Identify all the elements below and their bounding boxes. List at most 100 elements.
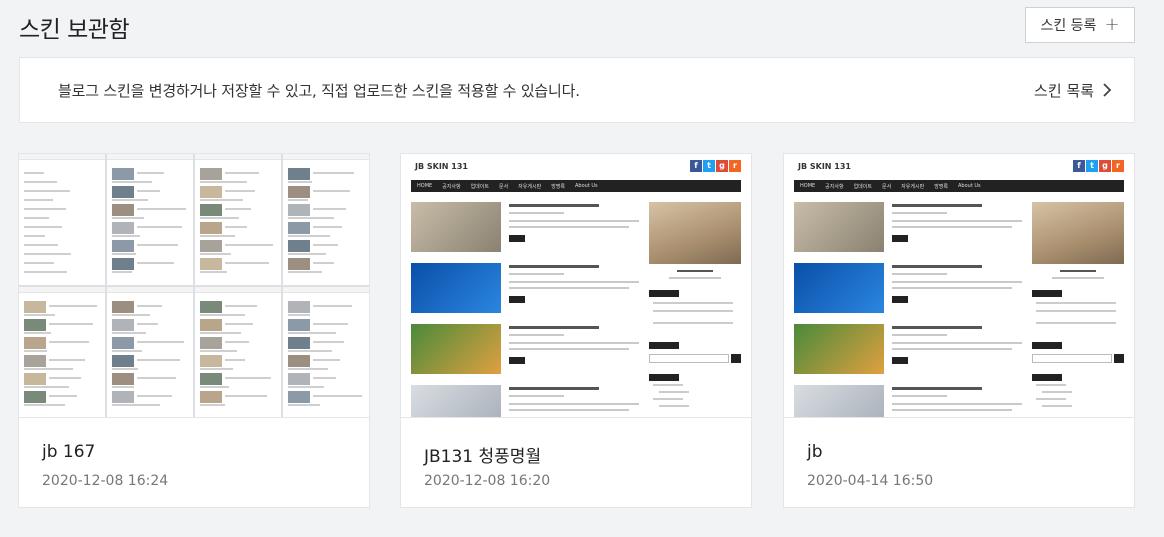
skin-thumbnail[interactable]: JB SKIN 131 f t g r HOME 공지사항 업데이트 문서 자유게시판 방… — [784, 154, 1134, 417]
mini-thumbnail-image — [24, 354, 46, 367]
preview-post-meta — [509, 212, 564, 214]
mini-page-preview — [107, 154, 193, 285]
mini-text-line — [112, 313, 150, 316]
preview-category-line — [653, 398, 683, 400]
mini-text-line — [24, 244, 58, 246]
skin-info: JB131 청풍명월 2020-12-08 16:20 — [401, 417, 751, 507]
preview-post-excerpt — [509, 409, 629, 411]
mini-text-line — [137, 322, 158, 325]
mini-thumbnail-image — [24, 300, 46, 313]
preview-post-excerpt — [892, 342, 1022, 344]
mini-thumbnail-image — [112, 318, 134, 331]
mini-thumbnail-image — [200, 300, 222, 313]
preview-post-meta — [509, 334, 564, 336]
preview-post-title — [509, 204, 599, 207]
mini-text-line — [288, 385, 324, 388]
preview-profile-name — [677, 270, 713, 272]
preview-profile-image — [1032, 202, 1124, 264]
preview-search-button — [1114, 354, 1124, 363]
skin-card[interactable]: JB SKIN 131 f t g r HOME 공지사항 업데이트 문서 자유게시판 방… — [783, 153, 1135, 508]
mini-page-header — [283, 154, 369, 160]
skin-card[interactable]: JB SKIN 131 f t g r HOME 공지사항 업데이트 문서 자유게시판 방… — [400, 153, 752, 508]
twitter-icon: t — [1086, 160, 1098, 172]
mini-thumbnail-image — [288, 168, 310, 180]
preview-side-heading — [649, 342, 679, 349]
mini-thumbnail-image — [24, 390, 46, 403]
mini-text-line — [112, 271, 132, 273]
mini-text-line — [137, 358, 180, 361]
mini-text-line — [200, 217, 239, 219]
mini-text-line — [200, 349, 237, 352]
mini-thumbnail-image — [112, 168, 134, 180]
skin-list-link[interactable]: 스킨 목록 — [1034, 80, 1114, 101]
preview-post-title — [509, 387, 599, 390]
preview-post-excerpt — [509, 342, 639, 344]
preview-nav-item: 업데이트 — [470, 183, 489, 190]
mini-text-line — [137, 394, 172, 397]
thumbnail-grid — [19, 154, 369, 417]
mini-text-line — [200, 253, 231, 255]
preview-nav: HOME 공지사항 업데이트 문서 자유게시판 방명록 About Us — [794, 180, 1124, 192]
mini-text-line — [112, 331, 146, 334]
mini-thumbnail-image — [288, 240, 310, 252]
preview-read-more — [892, 235, 908, 242]
mini-thumbnail-image — [288, 354, 310, 367]
mini-text-line — [49, 304, 97, 307]
preview-post-excerpt — [509, 226, 629, 228]
preview-profile-desc — [1052, 277, 1104, 279]
mini-text-line — [49, 340, 89, 343]
preview-category-line — [1036, 384, 1066, 386]
mini-text-line — [200, 367, 233, 370]
mini-thumbnail-image — [200, 222, 222, 234]
skin-card[interactable]: jb 167 2020-12-08 16:24 — [18, 153, 370, 508]
preview-category-line — [653, 384, 683, 386]
skin-thumbnail[interactable] — [19, 154, 369, 417]
preview-nav-item: HOME — [800, 183, 816, 189]
preview-post-excerpt — [892, 281, 1022, 283]
preview-post-excerpt — [892, 287, 1012, 289]
mini-page-preview — [19, 286, 105, 417]
mini-text-line — [225, 244, 273, 246]
mini-page-preview — [195, 154, 281, 285]
mini-text-line — [200, 331, 241, 334]
preview-post-image — [411, 263, 501, 313]
mini-text-line — [225, 226, 247, 228]
preview-side-line — [1036, 310, 1116, 312]
skin-thumbnail[interactable]: JB SKIN 131 f t g r HOME 공지사항 업데이트 문서 자유게시판 방… — [401, 154, 751, 417]
mini-thumbnail-image — [200, 318, 222, 331]
mini-text-line — [112, 199, 148, 201]
mini-text-line — [200, 385, 229, 388]
preview-post-image — [794, 263, 884, 313]
preview-side-line — [653, 302, 733, 304]
mini-text-line — [24, 190, 70, 192]
preview-read-more — [509, 235, 525, 242]
mini-thumbnail-image — [112, 240, 134, 252]
mini-text-line — [313, 304, 352, 307]
add-skin-button[interactable]: 스킨 등록 + — [1025, 7, 1135, 43]
mini-text-line — [137, 340, 184, 343]
mini-text-line — [49, 376, 81, 379]
mini-text-line — [200, 181, 247, 183]
mini-text-line — [313, 226, 342, 228]
mini-text-line — [288, 367, 328, 370]
preview-nav-item: About Us — [958, 183, 981, 189]
preview-post-meta — [892, 395, 947, 397]
mini-page-header — [195, 286, 281, 293]
preview-post-excerpt — [509, 403, 639, 405]
mini-thumbnail-image — [112, 204, 134, 216]
skin-name: jb 167 — [42, 442, 96, 462]
mini-text-line — [288, 217, 334, 219]
mini-text-line — [137, 172, 164, 174]
skin-date: 2020-12-08 16:20 — [424, 473, 551, 489]
mini-text-line — [225, 190, 255, 192]
mini-thumbnail-image — [288, 258, 310, 270]
preview-side-heading — [1032, 342, 1062, 349]
mini-thumbnail-image — [24, 318, 46, 331]
mini-text-line — [49, 358, 85, 361]
add-skin-label: 스킨 등록 — [1040, 18, 1097, 34]
preview-post-title — [509, 265, 599, 268]
social-icons: f t g r — [690, 160, 741, 172]
preview-profile-desc — [669, 277, 721, 279]
preview-post-image — [794, 202, 884, 252]
mini-text-line — [24, 253, 71, 255]
